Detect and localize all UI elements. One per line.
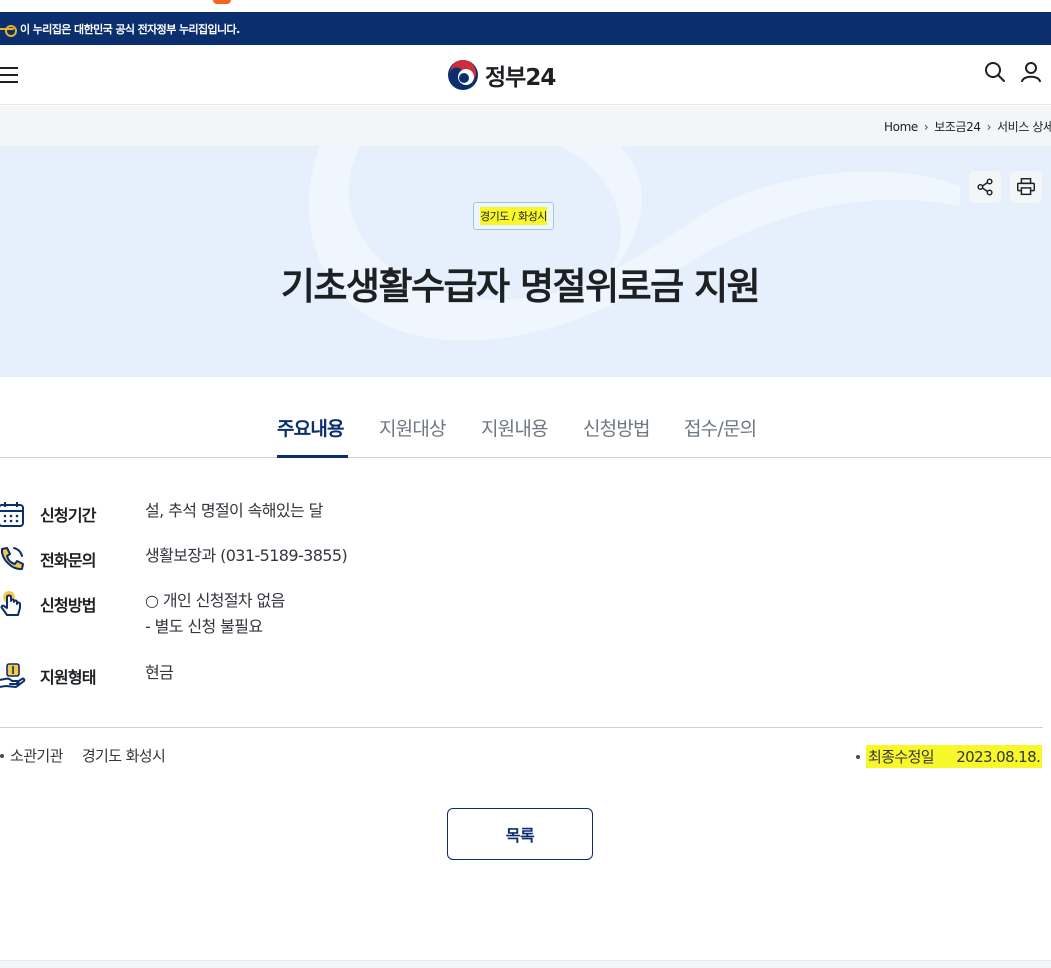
cash-hand-icon — [0, 663, 26, 688]
updated-label: 최종수정일 — [868, 748, 935, 766]
user-icon[interactable] — [1019, 60, 1043, 84]
last-updated-highlight: 최종수정일 2023.08.18. — [866, 745, 1043, 768]
tab-contact[interactable]: 접수/문의 — [684, 414, 757, 441]
info-label-phone: 전화문의 — [40, 551, 96, 570]
top-accent-mark — [213, 0, 231, 4]
updated-value: 2023.08.18. — [956, 748, 1041, 766]
phone-icon — [0, 547, 24, 571]
info-value-method-line1: ○ 개인 신청절차 없음 — [145, 591, 285, 610]
tab-application-method[interactable]: 신청방법 — [583, 414, 651, 441]
info-label-period: 신청기간 — [40, 506, 96, 525]
touch-hand-icon — [0, 591, 21, 616]
back-to-list-button[interactable]: 목록 — [447, 808, 593, 860]
share-button[interactable] — [969, 171, 1001, 203]
logo-text: 정부24 — [485, 65, 556, 91]
breadcrumb-current: 서비스 상세 — [997, 120, 1051, 134]
search-icon[interactable] — [983, 60, 1007, 84]
taegeuk-logo-icon — [448, 60, 478, 90]
print-icon — [1017, 178, 1035, 196]
info-label-form: 지원형태 — [40, 668, 96, 687]
region-tag: 경기도 / 화성시 — [473, 202, 554, 230]
region-tag-text: 경기도 / 화성시 — [480, 207, 547, 225]
agency-label: 소관기관 — [10, 747, 63, 765]
info-label-method: 신청방법 — [40, 596, 96, 615]
active-tab-indicator — [277, 455, 348, 458]
info-value-phone: 생활보장과 (031-5189-3855) — [145, 546, 348, 565]
gov-official-banner: 이 누리집은 대한민국 공식 전자정부 누리집입니다. — [0, 12, 1051, 45]
info-value-method: ○ 개인 신청절차 없음 - 별도 신청 불필요 — [145, 588, 285, 640]
service-title: 기초생활수급자 명절위로금 지원 — [280, 265, 761, 308]
info-value-method-line2: - 별도 신청 불필요 — [145, 617, 263, 636]
last-updated-info: 최종수정일 2023.08.18. — [856, 745, 1043, 768]
content-divider — [0, 727, 1043, 728]
info-value-period: 설, 추석 명절이 속해있는 달 — [145, 501, 323, 520]
tab-support-content[interactable]: 지원내용 — [481, 414, 549, 441]
chevron-right-icon: › — [923, 119, 929, 134]
chevron-right-icon: › — [986, 119, 992, 134]
tab-main-content[interactable]: 주요내용 — [277, 414, 345, 441]
info-value-form: 현금 — [145, 663, 174, 682]
breadcrumb: Home › 보조금24 › 서비스 상세 — [0, 106, 1051, 146]
tab-eligibility[interactable]: 지원대상 — [379, 414, 447, 441]
content-tabs: 주요내용 지원대상 지원내용 신청방법 접수/문의 — [0, 377, 1051, 458]
menu-icon[interactable] — [0, 66, 18, 84]
agency-info: 소관기관 경기도 화성시 — [0, 745, 166, 766]
footer-edge — [0, 960, 1051, 968]
share-icon — [977, 178, 993, 196]
calendar-icon — [0, 502, 24, 527]
site-logo[interactable]: 정부24 — [447, 59, 556, 91]
gov-banner-text: 이 누리집은 대한민국 공식 전자정부 누리집입니다. — [20, 22, 240, 36]
site-header: 정부24 — [0, 45, 1051, 105]
bullet-icon — [0, 753, 4, 758]
breadcrumb-home[interactable]: Home — [884, 120, 918, 134]
header-actions — [983, 60, 1043, 84]
service-hero: 경기도 / 화성시 기초생활수급자 명절위로금 지원 — [0, 146, 1051, 377]
gov-flag-icon — [0, 24, 17, 37]
bullet-icon — [856, 754, 860, 759]
print-button[interactable] — [1010, 171, 1042, 203]
breadcrumb-subsidy[interactable]: 보조금24 — [934, 118, 981, 135]
agency-value: 경기도 화성시 — [81, 747, 166, 765]
